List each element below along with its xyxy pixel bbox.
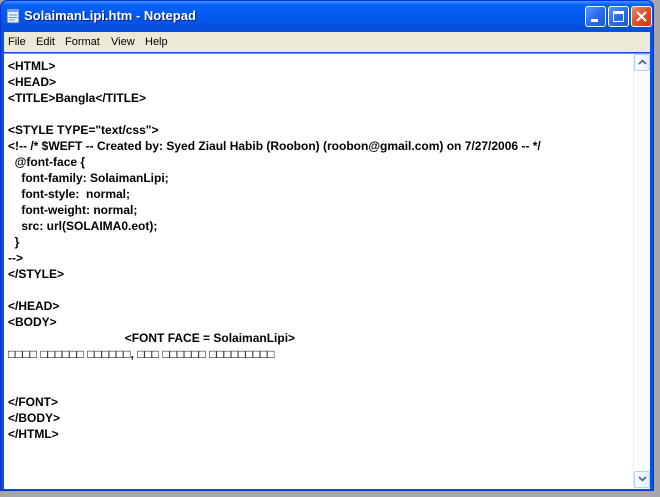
text-line: @font-face { bbox=[8, 155, 86, 169]
text-line: --> bbox=[8, 251, 23, 265]
title-bar[interactable]: SolaimanLipi.htm - Notepad bbox=[1, 1, 653, 31]
text-line: } bbox=[8, 235, 20, 249]
text-line: </HTML> bbox=[8, 427, 59, 441]
scroll-down-arrow-icon bbox=[638, 476, 647, 482]
menu-format[interactable]: Format bbox=[65, 36, 100, 48]
text-line: <STYLE TYPE="text/css"> bbox=[8, 123, 159, 137]
vertical-scrollbar[interactable] bbox=[633, 54, 650, 488]
minimize-icon bbox=[591, 19, 598, 22]
menu-file[interactable]: File bbox=[8, 36, 26, 48]
text-line: src: url(SOLAIMA0.eot); bbox=[8, 219, 158, 233]
text-line: <TITLE>Bangla</TITLE> bbox=[8, 91, 147, 105]
text-line: <HTML> bbox=[8, 59, 56, 73]
text-line bbox=[8, 362, 628, 378]
text-line: <HEAD> bbox=[8, 75, 57, 89]
text-editor[interactable]: <HTML> <HEAD> <TITLE>Bangla</TITLE> <STYLE … bbox=[4, 53, 650, 489]
text-line: <BODY> bbox=[8, 315, 57, 329]
scroll-up-button[interactable] bbox=[634, 54, 650, 71]
notepad-icon[interactable] bbox=[6, 8, 20, 24]
close-button[interactable] bbox=[631, 6, 652, 27]
menu-help[interactable]: Help bbox=[145, 36, 168, 48]
text-line: font-family: SolaimanLipi; bbox=[8, 171, 169, 185]
window-title: SolaimanLipi.htm - Notepad bbox=[24, 8, 196, 23]
text-line bbox=[8, 378, 628, 394]
text-line: <!-- /* $WEFT -- Created by: Syed Ziaul … bbox=[8, 139, 541, 153]
close-icon bbox=[636, 11, 647, 22]
maximize-button[interactable] bbox=[608, 6, 629, 27]
text-line: <FONT FACE = SolaimanLipi> bbox=[8, 331, 296, 345]
maximize-icon bbox=[613, 11, 624, 22]
text-line: </FONT> bbox=[8, 395, 59, 409]
editor-text[interactable]: <HTML> <HEAD> <TITLE>Bangla</TITLE> <STYLE … bbox=[8, 58, 628, 486]
text-line: </BODY> bbox=[8, 411, 61, 425]
text-line bbox=[8, 282, 628, 298]
scroll-down-button[interactable] bbox=[634, 471, 650, 488]
text-line: </HEAD> bbox=[8, 299, 60, 313]
minimize-button[interactable] bbox=[585, 6, 606, 27]
notepad-window: SolaimanLipi.htm - Notepad File Edit For… bbox=[0, 0, 654, 491]
text-line bbox=[8, 106, 628, 122]
text-line: font-weight: normal; bbox=[8, 203, 138, 217]
menu-edit[interactable]: Edit bbox=[36, 36, 55, 48]
scroll-up-arrow-icon bbox=[638, 59, 647, 65]
menu-view[interactable]: View bbox=[111, 36, 135, 48]
text-line: </STYLE> bbox=[8, 267, 65, 281]
text-line: font-style: normal; bbox=[8, 187, 131, 201]
text-line: □□□□ □□□□□□ □□□□□□, □□□ □□□□□□ □□□□□□□□□ bbox=[8, 347, 275, 361]
menu-bar: File Edit Format View Help bbox=[4, 32, 650, 52]
